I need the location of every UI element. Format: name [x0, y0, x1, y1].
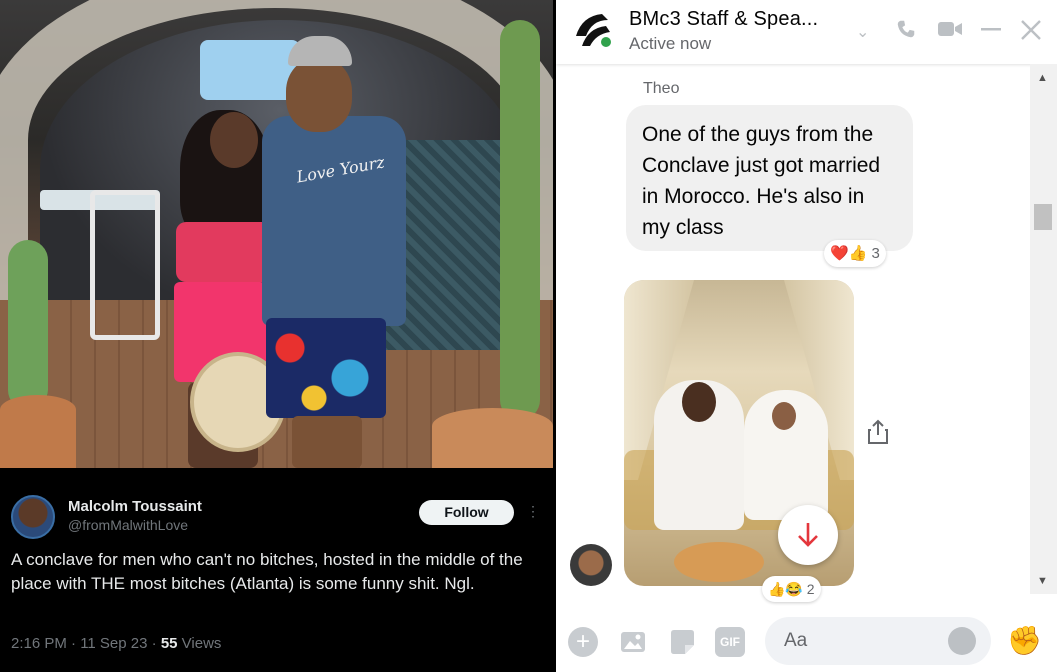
sticker-icon[interactable] — [667, 627, 697, 657]
emoji-icon[interactable] — [948, 627, 976, 655]
photo-cactus-left — [8, 240, 48, 410]
message-bubble[interactable]: One of the guys from the Conclave just g… — [626, 105, 913, 251]
phone-icon[interactable] — [895, 18, 917, 46]
photo-treats — [674, 542, 764, 582]
message-sender: Theo — [643, 80, 680, 97]
photo-man: Love Yourz — [262, 36, 412, 468]
video-call-icon[interactable] — [937, 18, 963, 46]
arrow-down-icon — [798, 523, 818, 547]
fist-bump-icon[interactable]: ✊ — [1007, 624, 1042, 657]
plus-icon[interactable]: + — [568, 627, 598, 657]
screenshot-root: Love Yourz Malcolm Toussaint @fromMalwit… — [0, 0, 1057, 672]
message-composer: + GIF Aa ✊ — [556, 610, 1057, 672]
minimize-icon[interactable] — [980, 18, 1002, 46]
tweet-timestamp: 2:16 PM · 11 Sep 23 · 55 Views — [11, 635, 221, 652]
photo-chair — [90, 190, 160, 340]
chat-status: Active now — [629, 34, 712, 53]
tweet-photo[interactable]: Love Yourz — [0, 0, 553, 468]
photo-pot-left — [0, 395, 76, 468]
tweet-time-date[interactable]: 2:16 PM · 11 Sep 23 · — [11, 635, 161, 652]
chat-header: BMc3 Staff & Spea... Active now ⌄ — [556, 0, 1057, 64]
reaction-count: 3 — [871, 245, 880, 262]
messenger-chat: BMc3 Staff & Spea... Active now ⌄ ▲ ▼ Th… — [553, 0, 1057, 672]
scroll-to-bottom-button[interactable] — [778, 505, 838, 565]
message-reactions[interactable]: ❤️👍 3 — [824, 240, 886, 267]
reaction-emojis: ❤️👍 — [830, 245, 868, 262]
photo-icon[interactable] — [618, 627, 648, 657]
tweet-views-label: Views — [177, 635, 222, 652]
tweet-views-count: 55 — [160, 635, 178, 652]
chevron-down-icon[interactable]: ⌄ — [856, 22, 869, 42]
close-icon[interactable] — [1019, 18, 1043, 48]
share-icon[interactable] — [867, 419, 889, 451]
follow-button[interactable]: Follow — [419, 500, 514, 525]
gif-icon[interactable]: GIF — [715, 627, 745, 657]
sender-avatar[interactable] — [570, 544, 612, 586]
scrollbar-thumb[interactable] — [1034, 204, 1052, 230]
photo-reactions[interactable]: 👍😂 2 — [762, 576, 821, 602]
scroll-up-arrow-icon[interactable]: ▲ — [1037, 72, 1048, 84]
author-avatar[interactable] — [11, 495, 55, 539]
online-indicator — [598, 34, 614, 50]
scrollbar[interactable] — [1030, 64, 1057, 594]
reaction-count: 2 — [806, 581, 815, 597]
author-handle[interactable]: @fromMalwithLove — [68, 517, 188, 533]
more-vertical-icon[interactable]: ⋮ — [526, 502, 540, 520]
tweet-text: A conclave for men who can't no bitches,… — [11, 550, 523, 593]
photo-pot-right — [432, 408, 553, 468]
photo-cactus-right — [500, 20, 540, 420]
reaction-emojis: 👍😂 — [768, 581, 803, 597]
tweet-card: Love Yourz Malcolm Toussaint @fromMalwit… — [0, 0, 553, 672]
scroll-down-arrow-icon[interactable]: ▼ — [1037, 575, 1048, 587]
author-name[interactable]: Malcolm Toussaint — [68, 498, 202, 515]
chat-title[interactable]: BMc3 Staff & Spea... — [629, 8, 818, 31]
shirt-print: Love Yourz — [295, 152, 387, 187]
